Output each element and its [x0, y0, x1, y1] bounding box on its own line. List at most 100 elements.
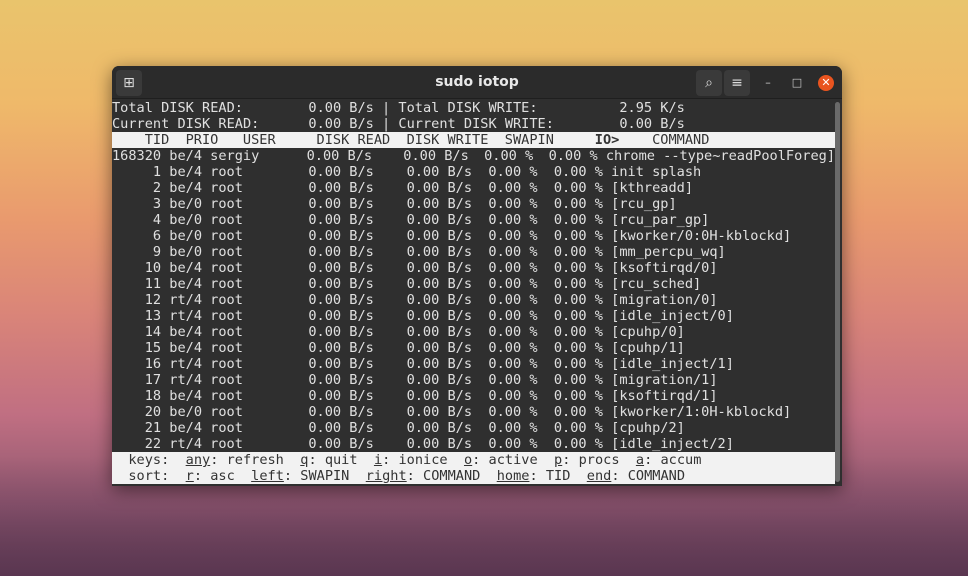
column-tid[interactable]: TID [112, 132, 170, 148]
cell-disk-write: 0.00 B/s [406, 436, 473, 452]
cell-prio: rt/4 [169, 356, 203, 372]
table-row[interactable]: 10 be/4 root 0.00 B/s 0.00 B/s 0.00 % 0.00 % [k… [112, 260, 835, 276]
table-row[interactable]: 14 be/4 root 0.00 B/s 0.00 B/s 0.00 % 0.00 % [c… [112, 324, 835, 340]
column-swapin[interactable]: SWAPIN [488, 132, 554, 148]
cell-prio: be/4 [169, 276, 203, 292]
table-row[interactable]: 15 be/4 root 0.00 B/s 0.00 B/s 0.00 % 0.00 % [c… [112, 340, 835, 356]
table-row[interactable]: 11 be/4 root 0.00 B/s 0.00 B/s 0.00 % 0.00 % [r… [112, 276, 835, 292]
cell-command: [idle_inject/1] [611, 356, 734, 372]
maximize-button[interactable]: □ [789, 75, 805, 91]
cell-user: root [210, 356, 243, 372]
cell-user: root [210, 164, 243, 180]
cell-prio: rt/4 [169, 436, 203, 452]
cell-command: [cpuhp/0] [611, 324, 685, 340]
table-row[interactable]: 9 be/0 root 0.00 B/s 0.00 B/s 0.00 % 0.00 % [mm… [112, 244, 835, 260]
minimize-button[interactable]: – [760, 75, 776, 91]
shortcut-key: p [554, 452, 563, 468]
table-row[interactable]: 2 be/4 root 0.00 B/s 0.00 B/s 0.00 % 0.00 % [kt… [112, 180, 835, 196]
table-row[interactable]: 1 be/4 root 0.00 B/s 0.00 B/s 0.00 % 0.00 % ini… [112, 164, 835, 180]
cell-command: [cpuhp/1] [611, 340, 685, 356]
cell-disk-write: 0.00 B/s [406, 212, 473, 228]
cell-prio: be/0 [169, 212, 203, 228]
cell-swapin: 0.00 % [488, 276, 538, 292]
table-row[interactable]: 168320 be/4 sergiy 0.00 B/s 0.00 B/s 0.00 % 0.… [112, 148, 835, 164]
table-row[interactable]: 3 be/0 root 0.00 B/s 0.00 B/s 0.00 % 0.00 % [rc… [112, 196, 835, 212]
cell-tid: 14 [144, 324, 162, 340]
cell-io: 0.00 % [553, 212, 603, 228]
column-command[interactable]: COMMAND [652, 132, 709, 148]
column-user[interactable]: USER [218, 132, 276, 148]
cell-user: root [210, 308, 243, 324]
summary-right-label: Current DISK WRITE: [398, 116, 554, 132]
cell-disk-read: 0.00 B/s [308, 164, 374, 180]
cell-user: root [210, 292, 243, 308]
cell-io: 0.00 % [553, 228, 603, 244]
cell-tid: 1 [152, 164, 162, 180]
column-disk-write[interactable]: DISK WRITE [390, 132, 489, 148]
summary-right-value: 0.00 B/s [619, 116, 685, 132]
shortcut-desc: asc [210, 468, 235, 484]
cell-disk-read: 0.00 B/s [308, 404, 374, 420]
cell-command: [rcu_gp] [611, 196, 677, 212]
cell-command: init splash [611, 164, 702, 180]
cell-io: 0.00 % [553, 388, 603, 404]
cell-prio: rt/4 [169, 372, 203, 388]
table-row[interactable]: 16 rt/4 root 0.00 B/s 0.00 B/s 0.00 % 0.00 % [i… [112, 356, 835, 372]
summary-line: Total DISK READ: 0.00 B/s | Total DISK WR… [112, 100, 835, 116]
cell-disk-read: 0.00 B/s [308, 228, 374, 244]
table-row[interactable]: 22 rt/4 root 0.00 B/s 0.00 B/s 0.00 % 0.00 % [i… [112, 436, 835, 452]
table-row[interactable]: 21 be/4 root 0.00 B/s 0.00 B/s 0.00 % 0.00 % [c… [112, 420, 835, 436]
shortcut-desc: ionice [398, 452, 448, 468]
column-io[interactable]: IO> [554, 132, 620, 148]
cell-tid: 16 [144, 356, 162, 372]
cell-io: 0.00 % [553, 308, 603, 324]
cell-user: root [210, 404, 243, 420]
cell-disk-write: 0.00 B/s [406, 276, 473, 292]
cell-command: [kthreadd] [611, 180, 693, 196]
cell-swapin: 0.00 % [488, 404, 538, 420]
cell-disk-write: 0.00 B/s [406, 196, 473, 212]
scrollbar[interactable] [835, 102, 840, 482]
cell-disk-write: 0.00 B/s [406, 180, 473, 196]
cell-disk-write: 0.00 B/s [406, 244, 473, 260]
cell-tid: 15 [144, 340, 162, 356]
menu-button[interactable]: ≡ [724, 70, 750, 96]
cell-disk-read: 0.00 B/s [308, 212, 374, 228]
column-disk-read[interactable]: DISK READ [276, 132, 391, 148]
cell-tid: 3 [152, 196, 162, 212]
table-row[interactable]: 20 be/0 root 0.00 B/s 0.00 B/s 0.00 % 0.00 % [k… [112, 404, 835, 420]
table-row[interactable]: 13 rt/4 root 0.00 B/s 0.00 B/s 0.00 % 0.00 % [i… [112, 308, 835, 324]
shortcut-desc: procs [578, 452, 620, 468]
cell-tid: 22 [144, 436, 162, 452]
cell-disk-read: 0.00 B/s [308, 388, 374, 404]
cell-io: 0.00 % [553, 180, 603, 196]
table-row[interactable]: 4 be/0 root 0.00 B/s 0.00 B/s 0.00 % 0.00 % [rc… [112, 212, 835, 228]
cell-command: [idle_inject/2] [611, 436, 734, 452]
table-row[interactable]: 12 rt/4 root 0.00 B/s 0.00 B/s 0.00 % 0.00 % [m… [112, 292, 835, 308]
cell-disk-read: 0.00 B/s [308, 436, 374, 452]
summary-right-value: 2.95 K/s [619, 100, 685, 116]
cell-tid: 11 [144, 276, 162, 292]
table-row[interactable]: 6 be/0 root 0.00 B/s 0.00 B/s 0.00 % 0.00 % [kw… [112, 228, 835, 244]
shortcut-key: o [463, 452, 473, 468]
shortcut-key: r [185, 468, 194, 484]
cell-user: root [210, 212, 243, 228]
shortcut-desc: TID [545, 468, 571, 484]
footer-keys: keys: any: refresh q: quit i: ionice o: a… [112, 452, 835, 468]
table-row[interactable]: 17 rt/4 root 0.00 B/s 0.00 B/s 0.00 % 0.00 % [m… [112, 372, 835, 388]
shortcut-desc: refresh [226, 452, 284, 468]
column-header: TID PRIO USER DISK READ DISK WRITE SWAPIN IO> C… [112, 132, 835, 148]
summary-line: Current DISK READ: 0.00 B/s | Current DIS… [112, 116, 835, 132]
shortcut-key: i [373, 452, 383, 468]
cell-swapin: 0.00 % [488, 356, 538, 372]
search-button[interactable]: ⌕ [696, 70, 722, 96]
table-row[interactable]: 18 be/4 root 0.00 B/s 0.00 B/s 0.00 % 0.00 % [k… [112, 388, 835, 404]
shortcut-key: q [300, 452, 309, 468]
column-prio[interactable]: PRIO [169, 132, 219, 148]
search-icon: ⌕ [705, 75, 713, 91]
cell-io: 0.00 % [553, 340, 603, 356]
close-button[interactable]: ✕ [818, 75, 834, 91]
